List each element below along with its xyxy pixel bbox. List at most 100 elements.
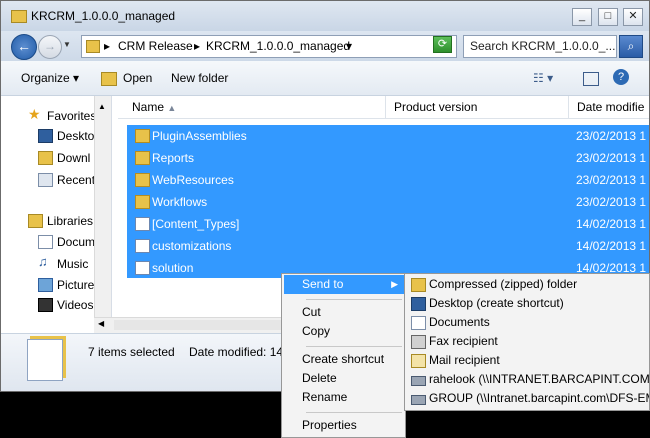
forward-button[interactable]: →	[38, 35, 62, 59]
file-name: [Content_Types]	[152, 217, 240, 231]
menu-item-copy[interactable]: Copy	[284, 322, 404, 341]
xml-file-icon	[135, 261, 150, 275]
menu-item-send-to[interactable]: Send to ▶	[284, 275, 404, 294]
menu-item-cut[interactable]: Cut	[284, 303, 404, 322]
file-row[interactable]: Reports 23/02/2013 1	[127, 147, 649, 169]
breadcrumb-crm-release[interactable]: CRM Release	[118, 39, 193, 53]
breadcrumb-separator[interactable]: ▸	[194, 39, 200, 53]
open-button[interactable]: Open	[123, 71, 152, 85]
file-date-modified: 23/02/2013 1	[576, 173, 647, 187]
scroll-left-icon[interactable]: ◀	[98, 319, 104, 328]
search-placeholder: Search KRCRM_1.0.0.0_...	[470, 39, 616, 53]
items-selected-text: 7 items selected	[88, 345, 175, 359]
folder-icon	[135, 173, 150, 187]
send-to-item[interactable]: Compressed (zipped) folder	[407, 275, 649, 294]
file-row[interactable]: PluginAssemblies 23/02/2013 1	[127, 125, 649, 147]
preview-pane-icon[interactable]	[583, 72, 599, 86]
documents-icon	[38, 235, 53, 249]
maximize-button[interactable]: □	[598, 8, 618, 26]
mail-icon	[411, 354, 426, 368]
recent-pages-dropdown[interactable]: ▼	[63, 40, 71, 49]
documents-icon	[411, 316, 426, 330]
menu-separator	[306, 412, 402, 413]
recent-places-icon	[38, 173, 53, 187]
send-to-label: Compressed (zipped) folder	[429, 277, 578, 291]
send-to-item[interactable]: Desktop (create shortcut)	[407, 294, 649, 313]
send-to-submenu: Compressed (zipped) folder Desktop (creat…	[404, 273, 650, 411]
help-icon[interactable]: ?	[613, 69, 629, 85]
file-date-modified: 14/02/2013 1	[576, 239, 647, 253]
fax-icon	[411, 335, 426, 349]
send-to-label: Mail recipient	[429, 353, 500, 367]
file-date-modified: 14/02/2013 1	[576, 217, 647, 231]
menu-item-delete[interactable]: Delete	[284, 369, 404, 388]
minimize-button[interactable]: _	[572, 8, 592, 26]
send-to-item[interactable]: rahelook (\\INTRANET.BARCAPINT.COM\	[407, 370, 650, 389]
breadcrumb-separator[interactable]: ▸	[104, 39, 110, 53]
downloads-folder-icon	[38, 151, 53, 165]
horizontal-scrollbar[interactable]: ◀	[94, 317, 284, 333]
file-row[interactable]: [Content_Types] 14/02/2013 1	[127, 213, 649, 235]
menu-item-properties[interactable]: Properties	[284, 416, 404, 435]
window-title: KRCRM_1.0.0.0_managed	[31, 9, 176, 23]
column-product-version[interactable]: Product version	[386, 96, 569, 118]
context-menu: Send to ▶ Cut Copy Create shortcut Delete…	[281, 273, 406, 438]
folder-icon	[86, 40, 100, 53]
send-to-label: Fax recipient	[429, 334, 498, 348]
file-row[interactable]: Workflows 23/02/2013 1	[127, 191, 649, 213]
column-date-modified[interactable]: Date modifie	[569, 96, 649, 118]
menu-item-rename[interactable]: Rename	[284, 388, 404, 407]
new-folder-button[interactable]: New folder	[171, 71, 228, 85]
star-icon: ★	[28, 106, 41, 122]
back-button[interactable]: ←	[11, 34, 37, 60]
xml-file-icon	[135, 217, 150, 231]
file-row[interactable]: WebResources 23/02/2013 1	[127, 169, 649, 191]
submenu-arrow-icon: ▶	[391, 279, 398, 289]
network-drive-icon	[411, 395, 426, 405]
column-name[interactable]: Name ▲	[118, 96, 386, 118]
folder-icon	[135, 151, 150, 165]
refresh-button[interactable]: ⟳	[433, 36, 452, 53]
send-to-item[interactable]: Fax recipient	[407, 332, 649, 351]
close-button[interactable]: ✕	[623, 8, 643, 26]
search-icon[interactable]: ⌕	[619, 35, 643, 58]
menu-separator	[306, 346, 402, 347]
address-dropdown-icon[interactable]: ▾	[346, 39, 352, 53]
address-box[interactable]: ▸ CRM Release ▸ KRCRM_1.0.0.0_managed ▾	[81, 35, 457, 58]
file-name: Reports	[152, 151, 195, 165]
send-to-item[interactable]: GROUP (\\Intranet.barcapint.com\DFS-EM	[407, 389, 650, 408]
organize-button[interactable]: Organize ▾	[21, 71, 79, 85]
desktop-icon	[38, 129, 53, 143]
folder-icon	[135, 129, 150, 143]
network-drive-icon	[411, 376, 426, 386]
date-modified-text: Date modified: 14	[189, 345, 284, 359]
send-to-item[interactable]: Mail recipient	[407, 351, 649, 370]
scroll-up-icon[interactable]: ▲	[98, 102, 106, 111]
search-input[interactable]: Search KRCRM_1.0.0.0_...	[463, 35, 617, 58]
file-name: solution	[152, 261, 194, 275]
breadcrumb-current[interactable]: KRCRM_1.0.0.0_managed	[206, 39, 350, 53]
send-to-item[interactable]: Documents	[407, 313, 649, 332]
zip-folder-icon	[411, 278, 426, 292]
menu-item-create-shortcut[interactable]: Create shortcut	[284, 350, 404, 369]
file-name: WebResources	[152, 173, 234, 187]
command-bar: Organize ▾ Open New folder ☷ ▾ ?	[1, 61, 649, 96]
open-folder-icon	[101, 72, 117, 86]
menu-separator	[306, 299, 402, 300]
file-row[interactable]: customizations 14/02/2013 1	[127, 235, 649, 257]
address-bar-row: ← → ▼ ▸ CRM Release ▸ KRCRM_1.0.0.0_mana…	[1, 31, 649, 61]
file-name: customizations	[152, 239, 232, 253]
send-to-label: Desktop (create shortcut)	[429, 296, 564, 310]
title-bar[interactable]: KRCRM_1.0.0.0_managed _ □ ✕	[1, 1, 649, 31]
send-to-label: rahelook (\\INTRANET.BARCAPINT.COM\	[429, 372, 650, 386]
desktop-icon	[411, 297, 426, 311]
view-options-icon[interactable]: ☷ ▾	[533, 71, 553, 85]
column-headers: Name ▲ Product version Date modifie	[118, 96, 649, 119]
libraries-icon	[28, 214, 43, 228]
nav-pane-scrollbar[interactable]: ▲ ▼	[94, 96, 111, 333]
music-icon: ♫	[38, 254, 48, 269]
videos-icon	[38, 298, 53, 312]
xml-file-icon	[135, 239, 150, 253]
scroll-track[interactable]	[114, 320, 282, 330]
send-to-label: GROUP (\\Intranet.barcapint.com\DFS-EM	[429, 391, 650, 405]
